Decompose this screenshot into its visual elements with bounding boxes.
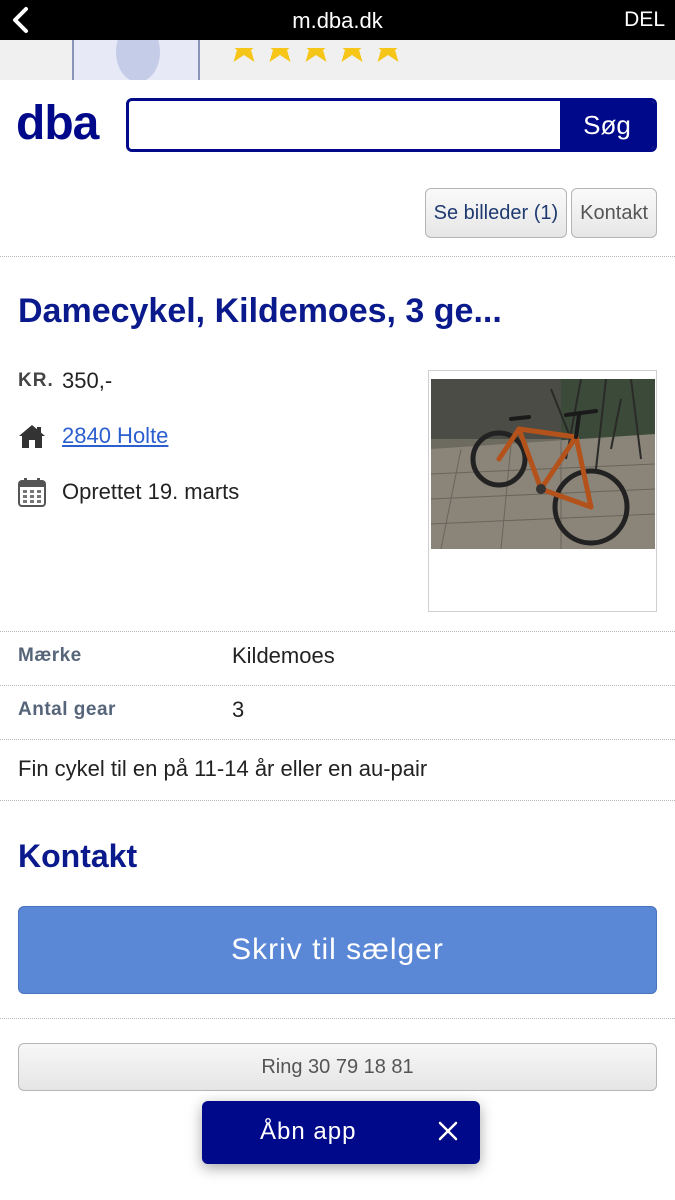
seller-avatar	[72, 40, 200, 80]
see-images-button[interactable]: Se billeder (1)	[424, 188, 568, 238]
attribute-value: Kildemoes	[232, 643, 335, 668]
divider	[0, 256, 675, 257]
created-date: Oprettet 19. marts	[62, 479, 240, 504]
listing-actions: Se billeder (1) Kontakt	[424, 188, 657, 238]
calendar-icon	[18, 477, 52, 507]
divider	[0, 739, 675, 740]
open-app-banner: Åbn app	[202, 1101, 480, 1164]
listing-description: Fin cykel til en på 11-14 år eller en au…	[18, 756, 428, 781]
currency-icon: KR.	[18, 370, 54, 391]
divider	[0, 1018, 675, 1019]
call-seller-button[interactable]: Ring 30 79 18 81	[18, 1043, 657, 1091]
close-icon[interactable]	[436, 1119, 460, 1143]
write-to-seller-button[interactable]: Skriv til sælger	[18, 906, 657, 994]
listing-image[interactable]	[428, 370, 657, 612]
share-button[interactable]: DEL	[624, 8, 665, 32]
contact-heading: Kontakt	[18, 838, 138, 874]
contact-top-button[interactable]: Kontakt	[571, 188, 657, 238]
location-link[interactable]: 2840 Holte	[62, 423, 168, 449]
browser-bar: m.dba.dk DEL	[0, 0, 675, 40]
price-line: KR. 350,-	[18, 366, 112, 396]
listing-title: Damecykel, Kildemoes, 3 ge...	[18, 292, 502, 330]
created-line: Oprettet 19. marts	[18, 477, 239, 507]
attribute-value: 3	[232, 697, 245, 722]
search-bar: Søg	[126, 98, 657, 152]
search-button[interactable]: Søg	[560, 101, 654, 149]
search-input[interactable]	[129, 101, 560, 149]
listing-price: 350,-	[62, 368, 113, 393]
browser-host: m.dba.dk	[292, 8, 383, 33]
attribute-row-brand: Mærke Kildemoes	[0, 631, 675, 685]
bicycle-photo	[431, 379, 655, 549]
divider	[0, 800, 675, 801]
open-app-button[interactable]: Åbn app	[260, 1118, 356, 1146]
attribute-label: Mærke	[18, 645, 82, 666]
attribute-label: Antal gear	[18, 699, 116, 720]
rating-stars	[226, 48, 406, 80]
location-line: 2840 Holte	[18, 421, 168, 451]
house-icon	[18, 421, 52, 451]
attribute-row-gears: Antal gear 3	[0, 685, 675, 739]
seller-strip	[0, 40, 675, 80]
dba-logo[interactable]: dba	[16, 100, 99, 148]
